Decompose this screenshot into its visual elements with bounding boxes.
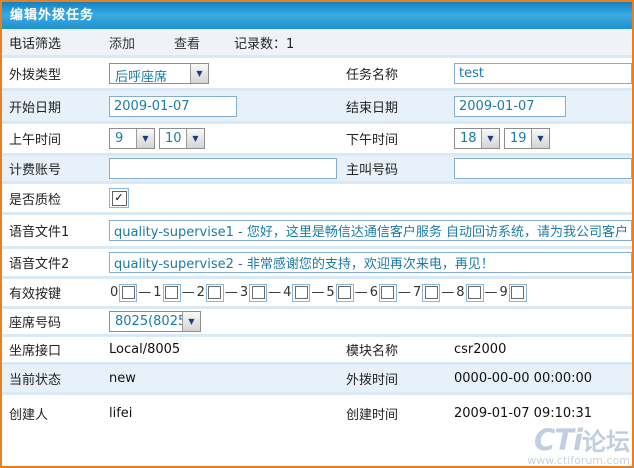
row-voice-file-2: 语音文件2 <box>2 249 632 279</box>
creator-value: lifei <box>109 406 346 421</box>
add-link[interactable]: 添加 <box>109 33 174 52</box>
quality-check-label: 是否质检 <box>2 189 109 208</box>
afternoon-minute-select[interactable]: 19 ▼ <box>504 128 550 149</box>
key-digit: 8 <box>456 285 464 300</box>
voice-file-2-input[interactable] <box>109 252 632 273</box>
chevron-down-icon: ▼ <box>481 129 499 148</box>
row-valid-keys: 有效按键 0 — 1 — 2 — 3 — 4 — 5 — 6 — 7 — <box>2 279 632 309</box>
key-6-checkbox[interactable] <box>379 284 397 302</box>
key-digit: 5 <box>326 285 334 300</box>
morning-hour-select[interactable]: 9 ▼ <box>109 128 155 149</box>
key-separator: — <box>355 285 368 300</box>
chevron-down-icon: ▼ <box>531 129 549 148</box>
end-date-input[interactable] <box>454 96 566 117</box>
module-name-value: csr2000 <box>454 342 632 357</box>
chevron-down-icon: ▼ <box>182 312 200 331</box>
key-separator: — <box>268 285 281 300</box>
voice-file-1-label: 语音文件1 <box>2 221 109 240</box>
create-time-value: 2009-01-07 09:10:31 <box>454 406 632 421</box>
module-name-label: 模块名称 <box>346 340 454 359</box>
quality-check-checkbox[interactable]: ✓ <box>109 188 129 208</box>
valid-keys-label: 有效按键 <box>2 283 109 302</box>
end-date-label: 结束日期 <box>346 97 454 116</box>
key-0-checkbox[interactable] <box>119 284 137 302</box>
outbound-time-value: 0000-00-00 00:00:00 <box>454 371 632 386</box>
key-7-checkbox[interactable] <box>422 284 440 302</box>
key-separator: — <box>398 285 411 300</box>
watermark: CTi论坛 www.ctiforum.com <box>527 427 630 466</box>
key-4-checkbox[interactable] <box>292 284 310 302</box>
row-agent-number: 座席号码 8025(8025) ▼ <box>2 309 632 337</box>
key-digit: 9 <box>500 285 508 300</box>
chevron-down-icon: ▼ <box>186 129 204 148</box>
afternoon-time-label: 下午时间 <box>346 129 454 148</box>
row-times: 上午时间 9 ▼ 10 ▼ 下午时间 18 ▼ 19 ▼ <box>2 124 632 156</box>
task-name-input[interactable] <box>454 63 632 84</box>
creator-label: 创建人 <box>2 404 109 423</box>
key-1-checkbox[interactable] <box>163 284 181 302</box>
start-date-input[interactable] <box>109 96 237 117</box>
row-interface-module: 坐席接口 Local/8005 模块名称 csr2000 <box>2 337 632 365</box>
start-date-label: 开始日期 <box>2 97 109 116</box>
billing-account-input[interactable] <box>109 158 337 179</box>
key-digit: 1 <box>153 285 161 300</box>
row-quality-check: 是否质检 ✓ <box>2 184 632 215</box>
row-phone-filter: 电话筛选 添加 查看 记录数：1 <box>2 29 632 58</box>
key-9-checkbox[interactable] <box>509 284 527 302</box>
row-status-time: 当前状态 new 外拨时间 0000-00-00 00:00:00 <box>2 365 632 395</box>
row-voice-file-1: 语音文件1 <box>2 215 632 249</box>
key-3-checkbox[interactable] <box>249 284 267 302</box>
chevron-down-icon: ▼ <box>190 64 208 83</box>
agent-number-select[interactable]: 8025(8025) ▼ <box>109 311 201 332</box>
record-count: 记录数：1 <box>234 33 294 52</box>
agent-number-label: 座席号码 <box>2 312 109 331</box>
outbound-type-label: 外拨类型 <box>2 64 109 83</box>
voice-file-2-label: 语音文件2 <box>2 253 109 272</box>
watermark-logo: CTi论坛 <box>527 427 630 455</box>
key-digit: 0 <box>110 285 118 300</box>
caller-number-input[interactable] <box>454 158 632 179</box>
morning-time-label: 上午时间 <box>2 129 109 148</box>
check-icon: ✓ <box>112 191 127 206</box>
key-digit: 3 <box>240 285 248 300</box>
row-accounts: 计费账号 主叫号码 <box>2 156 632 184</box>
key-separator: — <box>225 285 238 300</box>
key-separator: — <box>485 285 498 300</box>
task-name-label: 任务名称 <box>346 64 454 83</box>
key-digit: 4 <box>283 285 291 300</box>
morning-minute-select[interactable]: 10 ▼ <box>159 128 205 149</box>
voice-file-1-input[interactable] <box>109 220 632 241</box>
current-status-label: 当前状态 <box>2 369 109 388</box>
edit-outbound-task-panel: 编辑外拨任务 电话筛选 添加 查看 记录数：1 外拨类型 后呼座席 ▼ 任务名称… <box>0 0 634 468</box>
key-separator: — <box>138 285 151 300</box>
chevron-down-icon: ▼ <box>136 129 154 148</box>
row-dates: 开始日期 结束日期 <box>2 91 632 124</box>
agent-interface-label: 坐席接口 <box>2 340 109 359</box>
watermark-url: www.ctiforum.com <box>527 455 630 466</box>
billing-account-label: 计费账号 <box>2 159 109 178</box>
agent-interface-value: Local/8005 <box>109 342 346 357</box>
row-creator: 创建人 lifei 创建时间 2009-01-07 09:10:31 <box>2 395 632 431</box>
key-digit: 7 <box>413 285 421 300</box>
key-digit: 2 <box>197 285 205 300</box>
key-2-checkbox[interactable] <box>206 284 224 302</box>
view-link[interactable]: 查看 <box>174 33 234 52</box>
key-separator: — <box>311 285 324 300</box>
key-digit: 6 <box>370 285 378 300</box>
phone-filter-label: 电话筛选 <box>2 33 109 52</box>
key-5-checkbox[interactable] <box>336 284 354 302</box>
outbound-time-label: 外拨时间 <box>346 369 454 388</box>
key-separator: — <box>182 285 195 300</box>
key-8-checkbox[interactable] <box>466 284 484 302</box>
afternoon-hour-select[interactable]: 18 ▼ <box>454 128 500 149</box>
panel-title: 编辑外拨任务 <box>2 2 632 29</box>
current-status-value: new <box>109 371 346 386</box>
outbound-type-select[interactable]: 后呼座席 ▼ <box>109 63 209 84</box>
create-time-label: 创建时间 <box>346 404 454 423</box>
row-type-name: 外拨类型 后呼座席 ▼ 任务名称 <box>2 58 632 91</box>
key-separator: — <box>441 285 454 300</box>
caller-number-label: 主叫号码 <box>346 159 454 178</box>
